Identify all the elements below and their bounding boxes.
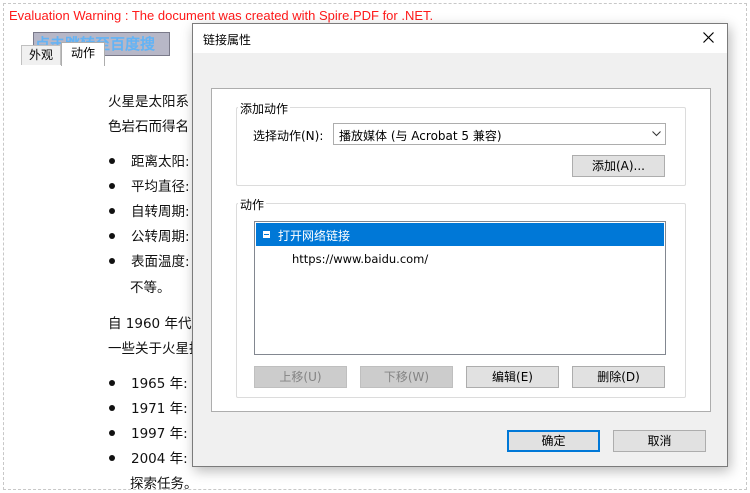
select-action-dropdown[interactable]: 播放媒体 (与 Acrobat 5 兼容) — [333, 123, 666, 145]
bullet-item: 平均直径: — [109, 175, 190, 195]
paragraph-line: 色岩石而得名 — [108, 119, 189, 135]
add-button[interactable]: 添加(A)... — [572, 155, 665, 177]
ok-button[interactable]: 确定 — [507, 430, 600, 452]
bullet-continuation: 不等。 — [130, 280, 171, 296]
paragraph-line: 自 1960 年代以 — [108, 316, 205, 332]
move-up-button[interactable]: 上移(U) — [254, 366, 347, 388]
evaluation-warning: Evaluation Warning : The document was cr… — [9, 8, 434, 23]
paragraph-line: 火星是太阳系 — [108, 94, 189, 110]
tab-action[interactable]: 动作 — [61, 42, 105, 66]
bullet-item: 1971 年: — [109, 397, 188, 417]
actions-group-label: 动作 — [238, 196, 267, 213]
chevron-down-icon — [652, 131, 661, 137]
select-action-value: 播放媒体 (与 Acrobat 5 兼容) — [339, 129, 502, 143]
tree-item-open-web-link[interactable]: 打开网络链接 — [256, 223, 664, 246]
bullet-item: 2004 年: — [109, 447, 188, 467]
close-icon — [703, 32, 714, 43]
dialog-title: 链接属性 — [203, 33, 252, 47]
paragraph-line: 一些关于火星拍 — [108, 341, 203, 357]
edit-button[interactable]: 编辑(E) — [466, 366, 559, 388]
bullet-item: 表面温度: — [109, 250, 190, 270]
tree-item-label: 打开网络链接 — [278, 229, 351, 243]
select-action-label: 选择动作(N): — [253, 129, 324, 143]
add-action-group-label: 添加动作 — [238, 100, 291, 117]
paragraph-line: 探索任务。 — [130, 476, 198, 492]
bullet-item: 1965 年: — [109, 372, 188, 392]
bullet-item: 1997 年: — [109, 422, 188, 442]
delete-button[interactable]: 删除(D) — [572, 366, 665, 388]
bullet-item: 公转周期: — [109, 225, 190, 245]
tab-appearance[interactable]: 外观 — [21, 45, 61, 65]
dialog-titlebar[interactable]: 链接属性 — [193, 24, 727, 53]
bullet-item: 距离太阳: — [109, 150, 190, 170]
move-down-button[interactable]: 下移(W) — [360, 366, 453, 388]
actions-tree[interactable]: 打开网络链接 https://www.baidu.com/ — [254, 221, 666, 355]
bullet-item: 自转周期: — [109, 200, 190, 220]
collapse-icon[interactable] — [263, 231, 270, 238]
tree-item-url[interactable]: https://www.baidu.com/ — [292, 252, 428, 266]
close-button[interactable] — [695, 27, 723, 49]
cancel-button[interactable]: 取消 — [613, 430, 706, 452]
